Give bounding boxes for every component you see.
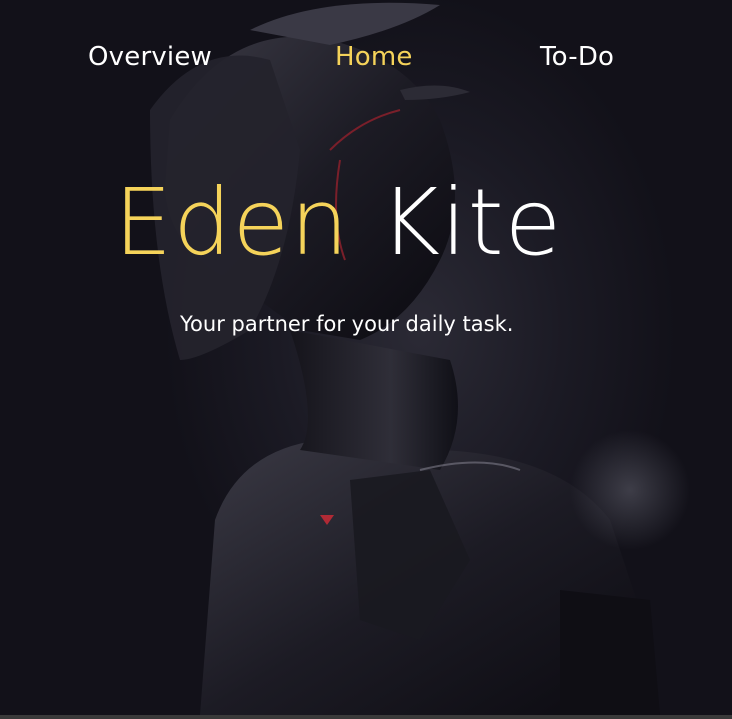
hero-section: Overview Home To-Do Eden Kite Your partn… [0,0,732,715]
nav-item-home[interactable]: Home [335,42,413,72]
hero-title-last: Kite [379,169,563,276]
nav-item-overview[interactable]: Overview [88,42,212,72]
hero-tagline: Your partner for your daily task. [180,312,514,336]
hero-title: Eden Kite [114,168,562,278]
robot-figure-image [150,2,690,715]
top-navigation: Overview Home To-Do [0,42,732,82]
hero-title-first: Eden [114,169,350,276]
bottom-divider [0,715,732,719]
nav-item-todo[interactable]: To-Do [540,42,614,72]
